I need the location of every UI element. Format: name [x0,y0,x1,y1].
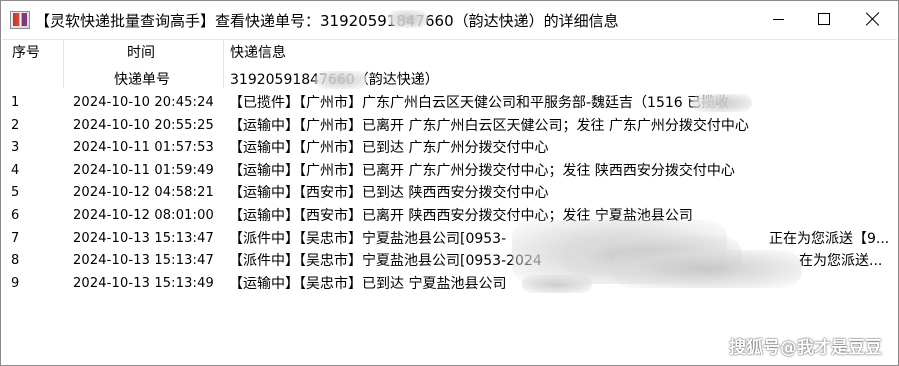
maximize-button[interactable] [801,1,847,37]
row-info: 【运输中】【西安市】已到达 陕西西安分拨交付中心 [229,185,549,202]
row-seq: 3 [11,140,20,156]
column-header-seq[interactable]: 序号 [12,40,40,67]
row-time: 2024-10-12 08:01:00 [73,208,214,223]
window-title: 【灵软快递批量查询高手】查看快递单号：31920591847660（韵达快递）的… [35,12,619,30]
tracking-table[interactable]: 序号 时间 快递信息 快递单号 31920591847660（韵达快递） 120… [2,39,897,365]
table-row[interactable]: 4 2024-10-11 01:59:49 【运输中】【广州市】已离开 广东广州分拨… [2,160,897,183]
row-seq: 1 [11,95,20,110]
row-seq: 8 [11,253,20,269]
table-row[interactable]: 2 2024-10-10 20:55:25 【运输中】【广州市】已离开 广东广州白云… [2,115,897,138]
row-time: 2024-10-10 20:55:25 [73,117,214,133]
detail-window: 【灵软快递批量查询高手】查看快递单号：31920591847660（韵达快递）的… [0,0,899,366]
row-time: 2024-10-11 01:57:53 [73,140,214,156]
redaction-blur [388,10,428,28]
row-info-tail: 正在为您派送【9... [769,230,890,247]
table-row[interactable]: 1 2024-10-10 20:45:24 【已揽件】【广州市】广东广州白云区天健公… [2,92,897,115]
row-seq: 6 [11,208,20,223]
column-header-info[interactable]: 快递信息 [230,40,286,67]
app-logo-icon [10,11,30,29]
row-info-tail: 在为您派送... [799,253,883,270]
row-time: 2024-10-13 15:13:47 [73,253,214,269]
row-seq: 7 [11,230,20,246]
row-info: 【运输中】【广州市】已离开 广东广州分拨交付中心；发往 陕西西安分拨交付中心 [229,162,735,179]
column-divider[interactable] [63,40,64,88]
minimize-icon [772,18,784,20]
maximize-icon [818,13,830,25]
title-bar[interactable]: 【灵软快递批量查询高手】查看快递单号：31920591847660（韵达快递）的… [1,1,898,37]
row-info: 【运输中】【广州市】已到达 广东广州分拨交付中心 [229,140,549,157]
tracking-number-label: 快递单号 [114,72,170,88]
close-icon [866,12,880,26]
redaction-blur [612,250,802,288]
table-row[interactable]: 6 2024-10-12 08:01:00 【运输中】【西安市】已离开 陕西西安分拨… [2,205,897,228]
row-time: 2024-10-13 15:13:47 [73,230,214,246]
row-time: 2024-10-12 04:58:21 [73,185,214,201]
row-info: 【已揽件】【广州市】广东广州白云区天健公司和平服务部-魏廷吉（1516 已揽收 [229,95,730,111]
column-divider[interactable] [223,40,224,88]
redaction-blur [315,71,367,89]
table-row[interactable]: 3 2024-10-11 01:57:53 【运输中】【广州市】已到达 广东广州分拨… [2,137,897,160]
row-time: 2024-10-13 15:13:49 [73,275,214,291]
column-header-time[interactable]: 时间 [127,40,155,67]
row-seq: 9 [11,275,20,291]
close-button[interactable] [847,1,898,37]
watermark: 搜狐号@我才是豆豆 [729,338,882,358]
minimize-button[interactable] [755,1,801,37]
table-row[interactable]: 7 2024-10-13 15:13:47 【派件中】【吴忠市】宁夏盐池县公司[09… [2,228,897,251]
row-seq: 5 [11,185,20,201]
table-row[interactable]: 5 2024-10-12 04:58:21 【运输中】【西安市】已到达 陕西西安分拨… [2,182,897,205]
row-time: 2024-10-10 20:45:24 [73,95,214,110]
row-seq: 2 [11,117,20,133]
row-time: 2024-10-11 01:59:49 [73,162,214,178]
row-info: 【运输中】【广州市】已离开 广东广州白云区天健公司；发往 广东广州分拨交付中心 [229,117,749,134]
redaction-blur [692,94,752,112]
row-seq: 4 [11,162,20,178]
